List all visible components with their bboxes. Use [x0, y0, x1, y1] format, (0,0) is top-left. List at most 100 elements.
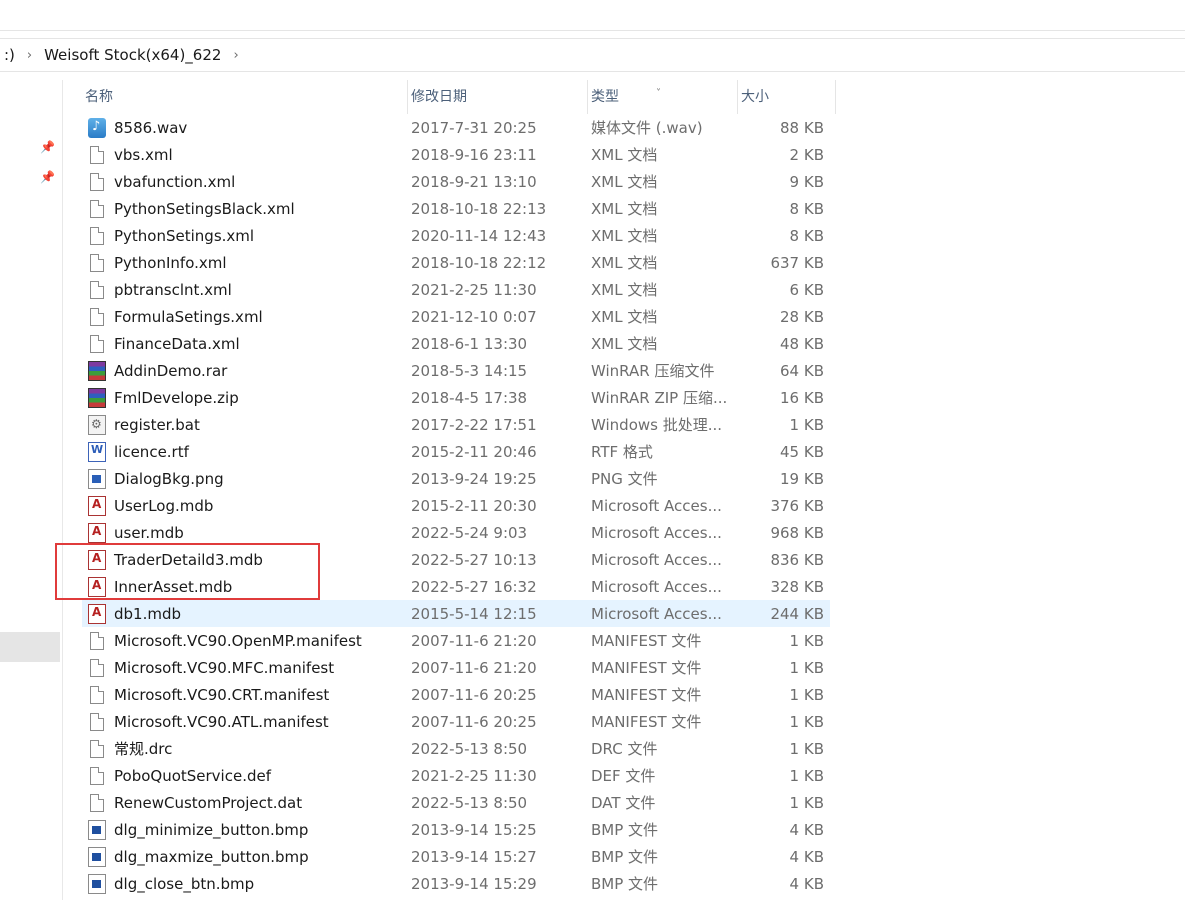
pin-icon[interactable]: 📌 [40, 170, 55, 184]
file-name[interactable]: 8586.wav [106, 119, 187, 137]
file-name[interactable]: Microsoft.VC90.CRT.manifest [106, 686, 329, 704]
file-row[interactable]: RenewCustomProject.dat 2022-5-13 8:50 DAT … [82, 789, 830, 816]
file-name-cell[interactable]: PythonInfo.xml [82, 253, 408, 272]
file-name[interactable]: UserLog.mdb [106, 497, 213, 515]
address-segment-folder[interactable]: Weisoft Stock(x64)_622 [40, 46, 225, 64]
file-name-cell[interactable]: FmlDevelope.zip [82, 387, 408, 408]
file-name-cell[interactable]: Microsoft.VC90.MFC.manifest [82, 658, 408, 677]
column-header-date[interactable]: 修改日期 [408, 80, 588, 114]
file-name-cell[interactable]: dlg_maxmize_button.bmp [82, 846, 408, 867]
file-name[interactable]: FinanceData.xml [106, 335, 240, 353]
file-row[interactable]: FinanceData.xml 2018-6-1 13:30 XML 文档 48 KB [82, 330, 830, 357]
file-name[interactable]: PythonInfo.xml [106, 254, 227, 272]
file-name[interactable]: RenewCustomProject.dat [106, 794, 302, 812]
file-row[interactable]: db1.mdb 2015-5-14 12:15 Microsoft Acces...… [82, 600, 830, 627]
file-name[interactable]: pbtransclnt.xml [106, 281, 232, 299]
file-row[interactable]: user.mdb 2022-5-24 9:03 Microsoft Acces...… [82, 519, 830, 546]
file-name[interactable]: dlg_close_btn.bmp [106, 875, 254, 893]
file-name-cell[interactable]: db1.mdb [82, 603, 408, 624]
file-name-cell[interactable]: Microsoft.VC90.OpenMP.manifest [82, 631, 408, 650]
file-name-cell[interactable]: InnerAsset.mdb [82, 576, 408, 597]
file-name[interactable]: AddinDemo.rar [106, 362, 227, 380]
file-name[interactable]: user.mdb [106, 524, 184, 542]
file-name[interactable]: Microsoft.VC90.OpenMP.manifest [106, 632, 362, 650]
file-name[interactable]: PythonSetingsBlack.xml [106, 200, 295, 218]
nav-selected-item[interactable] [0, 632, 60, 662]
file-name[interactable]: InnerAsset.mdb [106, 578, 232, 596]
address-bar[interactable]: :) › Weisoft Stock(x64)_622 › [0, 38, 1185, 72]
file-row[interactable]: register.bat 2017-2-22 17:51 Windows 批处理..… [82, 411, 830, 438]
file-row[interactable]: dlg_maxmize_button.bmp 2013-9-14 15:27 BMP… [82, 843, 830, 870]
file-row[interactable]: Microsoft.VC90.OpenMP.manifest 2007-11-6 … [82, 627, 830, 654]
file-name-cell[interactable]: Microsoft.VC90.ATL.manifest [82, 712, 408, 731]
file-row[interactable]: TraderDetaild3.mdb 2022-5-27 10:13 Microso… [82, 546, 830, 573]
chevron-right-icon[interactable]: › [19, 48, 40, 63]
file-row[interactable]: DialogBkg.png 2013-9-24 19:25 PNG 文件 19 KB [82, 465, 830, 492]
file-row[interactable]: 8586.wav 2017-7-31 20:25 媒体文件 (.wav) 88 KB [82, 114, 830, 141]
file-name-cell[interactable]: 8586.wav [82, 117, 408, 138]
file-name[interactable]: dlg_minimize_button.bmp [106, 821, 308, 839]
file-name[interactable]: PythonSetings.xml [106, 227, 254, 245]
file-row[interactable]: PoboQuotService.def 2021-2-25 11:30 DEF 文件… [82, 762, 830, 789]
file-name[interactable]: 常规.drc [106, 738, 172, 759]
file-row[interactable]: Microsoft.VC90.CRT.manifest 2007-11-6 20:… [82, 681, 830, 708]
column-header-type[interactable]: 类型 ˅ [588, 80, 738, 114]
pin-icon[interactable]: 📌 [40, 140, 55, 154]
file-row[interactable]: pbtransclnt.xml 2021-2-25 11:30 XML 文档 6 KB [82, 276, 830, 303]
file-name[interactable]: Microsoft.VC90.ATL.manifest [106, 713, 329, 731]
file-name-cell[interactable]: pbtransclnt.xml [82, 280, 408, 299]
file-name[interactable]: FormulaSetings.xml [106, 308, 263, 326]
file-name[interactable]: register.bat [106, 416, 200, 434]
file-name-cell[interactable]: DialogBkg.png [82, 468, 408, 489]
file-name[interactable]: TraderDetaild3.mdb [106, 551, 263, 569]
file-row[interactable]: Microsoft.VC90.MFC.manifest 2007-11-6 21:… [82, 654, 830, 681]
file-row[interactable]: PythonSetingsBlack.xml 2018-10-18 22:13 XM… [82, 195, 830, 222]
file-row[interactable]: licence.rtf 2015-2-11 20:46 RTF 格式 45 KB [82, 438, 830, 465]
file-size: 64 KB [780, 361, 824, 380]
file-name-cell[interactable]: user.mdb [82, 522, 408, 543]
file-row[interactable]: vbafunction.xml 2018-9-21 13:10 XML 文档 9 KB [82, 168, 830, 195]
file-row[interactable]: FmlDevelope.zip 2018-4-5 17:38 WinRAR ZIP … [82, 384, 830, 411]
file-name-cell[interactable]: Microsoft.VC90.CRT.manifest [82, 685, 408, 704]
file-name-cell[interactable]: PoboQuotService.def [82, 766, 408, 785]
file-name-cell[interactable]: vbs.xml [82, 145, 408, 164]
file-name[interactable]: vbafunction.xml [106, 173, 235, 191]
file-row[interactable]: PythonInfo.xml 2018-10-18 22:12 XML 文档 637 … [82, 249, 830, 276]
file-name-cell[interactable]: AddinDemo.rar [82, 360, 408, 381]
file-name-cell[interactable]: RenewCustomProject.dat [82, 793, 408, 812]
file-name[interactable]: db1.mdb [106, 605, 181, 623]
file-row[interactable]: AddinDemo.rar 2018-5-3 14:15 WinRAR 压缩文件 64… [82, 357, 830, 384]
file-name[interactable]: vbs.xml [106, 146, 173, 164]
file-name-cell[interactable]: FinanceData.xml [82, 334, 408, 353]
file-name-cell[interactable]: dlg_minimize_button.bmp [82, 819, 408, 840]
column-header-size[interactable]: 大小 [738, 80, 836, 114]
file-row[interactable]: Microsoft.VC90.ATL.manifest 2007-11-6 20:… [82, 708, 830, 735]
file-row[interactable]: InnerAsset.mdb 2022-5-27 16:32 Microsoft A… [82, 573, 830, 600]
file-row[interactable]: dlg_close_btn.bmp 2013-9-14 15:29 BMP 文件 4 … [82, 870, 830, 897]
file-row[interactable]: FormulaSetings.xml 2021-12-10 0:07 XML 文档 2… [82, 303, 830, 330]
file-name-cell[interactable]: TraderDetaild3.mdb [82, 549, 408, 570]
file-name-cell[interactable]: 常规.drc [82, 738, 408, 759]
file-name-cell[interactable]: dlg_close_btn.bmp [82, 873, 408, 894]
file-name-cell[interactable]: vbafunction.xml [82, 172, 408, 191]
file-name-cell[interactable]: FormulaSetings.xml [82, 307, 408, 326]
column-header-name[interactable]: 名称 [82, 80, 408, 114]
file-name[interactable]: PoboQuotService.def [106, 767, 271, 785]
file-name-cell[interactable]: PythonSetings.xml [82, 226, 408, 245]
file-name[interactable]: Microsoft.VC90.MFC.manifest [106, 659, 334, 677]
file-row[interactable]: PythonSetings.xml 2020-11-14 12:43 XML 文档 8… [82, 222, 830, 249]
file-row[interactable]: dlg_minimize_button.bmp 2013-9-14 15:25 BM… [82, 816, 830, 843]
file-name-cell[interactable]: register.bat [82, 414, 408, 435]
file-row[interactable]: UserLog.mdb 2015-2-11 20:30 Microsoft Acce… [82, 492, 830, 519]
file-name-cell[interactable]: PythonSetingsBlack.xml [82, 199, 408, 218]
file-name-cell[interactable]: UserLog.mdb [82, 495, 408, 516]
chevron-right-icon[interactable]: › [225, 48, 246, 63]
file-name[interactable]: FmlDevelope.zip [106, 389, 239, 407]
file-name[interactable]: licence.rtf [106, 443, 189, 461]
file-name[interactable]: dlg_maxmize_button.bmp [106, 848, 309, 866]
file-row[interactable]: vbs.xml 2018-9-16 23:11 XML 文档 2 KB [82, 141, 830, 168]
file-row[interactable]: 常规.drc 2022-5-13 8:50 DRC 文件 1 KB [82, 735, 830, 762]
file-name-cell[interactable]: licence.rtf [82, 441, 408, 462]
address-segment-drive[interactable]: :) [0, 46, 19, 64]
file-name[interactable]: DialogBkg.png [106, 470, 224, 488]
